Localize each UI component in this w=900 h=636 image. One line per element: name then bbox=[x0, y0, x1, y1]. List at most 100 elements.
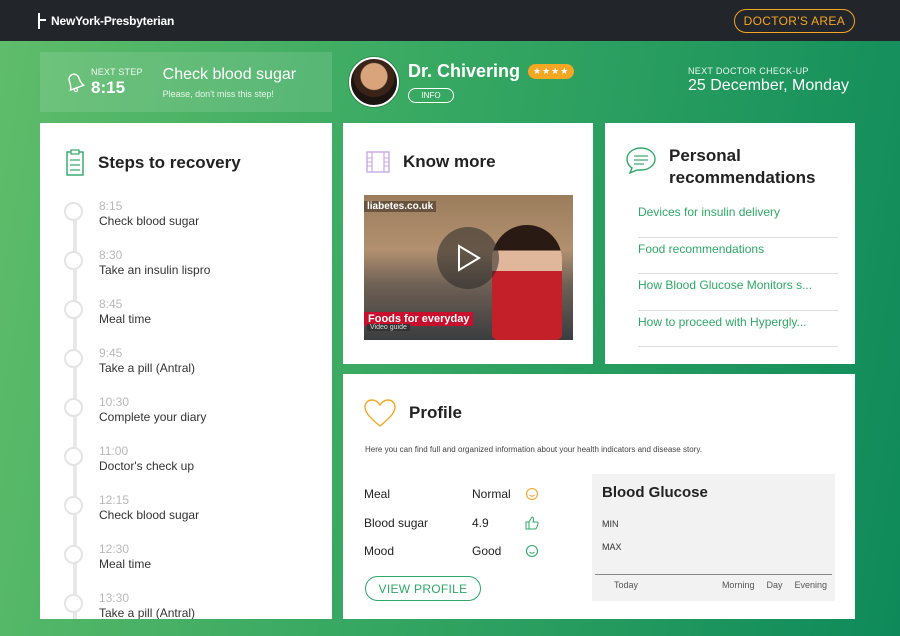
step-dot bbox=[64, 251, 83, 270]
step-time: 12:30 bbox=[99, 542, 130, 556]
clipboard-icon bbox=[66, 149, 84, 176]
next-checkup-date: 25 December, Monday bbox=[688, 77, 849, 94]
blood-glucose-max-label: MAX bbox=[602, 542, 622, 552]
next-step-title: Check blood sugar bbox=[162, 65, 297, 83]
logo-text: NewYork-Presbyterian bbox=[51, 13, 175, 28]
recovery-step[interactable]: 8:30 Take an insulin lispro bbox=[64, 248, 211, 277]
step-dot bbox=[64, 545, 83, 564]
recommendation-link[interactable]: Devices for insulin delivery bbox=[638, 201, 838, 238]
view-profile-button[interactable]: VIEW PROFILE bbox=[365, 576, 481, 601]
profile-card: Profile Here you can find full and organ… bbox=[343, 374, 855, 619]
recovery-step[interactable]: 8:15 Check blood sugar bbox=[64, 199, 200, 228]
recovery-step[interactable]: 11:00 Doctor's check up bbox=[64, 444, 194, 473]
step-label: Take an insulin lispro bbox=[99, 263, 211, 277]
rating-badge: ★★★★ bbox=[528, 64, 575, 79]
bell-icon bbox=[68, 73, 86, 93]
recommendation-link[interactable]: Food recommendations bbox=[638, 238, 838, 274]
top-bar: NewYork-Presbyterian DOCTOR'S AREA bbox=[0, 0, 900, 41]
chat-bubble-icon bbox=[626, 147, 656, 175]
axis-label-morning: Morning bbox=[721, 580, 755, 590]
blood-glucose-min-label: MIN bbox=[602, 519, 619, 529]
doctor-name: Dr. Chivering bbox=[408, 61, 521, 81]
step-time: 9:45 bbox=[99, 346, 123, 360]
step-time: 8:15 bbox=[99, 199, 123, 213]
recommendations-card: Personal recommendations Devices for ins… bbox=[605, 123, 855, 364]
smiley-icon bbox=[524, 543, 540, 559]
metric-label: Blood sugar bbox=[364, 515, 429, 530]
doctors-area-button[interactable]: DOCTOR'S AREA bbox=[733, 8, 855, 33]
profile-title: Profile bbox=[409, 403, 462, 422]
metric-row-mood: Mood Good bbox=[364, 537, 540, 566]
step-time: 8:45 bbox=[99, 297, 123, 311]
metric-value: Normal bbox=[472, 487, 511, 502]
step-label: Meal time bbox=[99, 557, 152, 571]
thumbs-up-icon bbox=[524, 515, 540, 531]
step-label: Check blood sugar bbox=[99, 214, 200, 228]
smiley-icon bbox=[524, 486, 540, 502]
video-url-text: liabetes.co.uk bbox=[364, 201, 437, 212]
recovery-step[interactable]: 12:15 Check blood sugar bbox=[64, 493, 200, 522]
axis-label-evening: Evening bbox=[794, 580, 827, 590]
doctor-info-button[interactable]: INFO bbox=[408, 88, 454, 103]
logo[interactable]: NewYork-Presbyterian bbox=[38, 12, 175, 29]
step-dot bbox=[64, 349, 83, 368]
video-sub-caption: Video guide bbox=[367, 324, 410, 331]
profile-metrics: Meal Normal Blood sugar 4.9 Mood Good bbox=[364, 480, 540, 566]
step-dot bbox=[64, 496, 83, 515]
video-player[interactable]: liabetes.co.uk Foods for everyday Video … bbox=[364, 195, 573, 340]
next-step-label: NEXT STEP bbox=[91, 66, 143, 77]
axis-label-day: Day bbox=[766, 580, 783, 590]
blood-glucose-axis bbox=[595, 574, 832, 575]
step-dot bbox=[64, 594, 83, 613]
step-label: Check blood sugar bbox=[99, 508, 200, 522]
next-step-banner: NEXT STEP 8:15 Check blood sugar Please,… bbox=[40, 52, 332, 112]
logo-icon bbox=[38, 12, 48, 29]
step-time: 13:30 bbox=[99, 591, 130, 605]
step-label: Doctor's check up bbox=[99, 459, 194, 473]
metric-label: Meal bbox=[364, 487, 391, 502]
video-thumbnail-person bbox=[492, 225, 562, 340]
blood-glucose-title: Blood Glucose bbox=[602, 484, 708, 501]
heart-icon bbox=[364, 399, 396, 427]
recommendations-title-line1: Personal bbox=[669, 146, 741, 165]
step-label: Take a pill (Antral) bbox=[99, 361, 196, 375]
doctor-block: Dr. Chivering ★★★★ INFO bbox=[349, 57, 575, 107]
film-icon bbox=[366, 151, 390, 173]
step-time: 12:15 bbox=[99, 493, 130, 507]
step-label: Meal time bbox=[99, 312, 152, 326]
step-label: Take a pill (Antral) bbox=[99, 606, 196, 619]
metric-value: 4.9 bbox=[472, 515, 489, 530]
step-time: 11:00 bbox=[99, 444, 129, 458]
recommendations-title-line2: recommendations bbox=[669, 168, 816, 187]
steps-to-recovery-card: Steps to recovery 8:15 Check blood sugar 8… bbox=[40, 123, 332, 619]
recovery-step[interactable]: 12:30 Meal time bbox=[64, 542, 152, 571]
step-dot bbox=[64, 300, 83, 319]
next-checkup-label: NEXT DOCTOR CHECK-UP bbox=[688, 66, 809, 76]
recommendation-link[interactable]: How Blood Glucose Monitors s... bbox=[638, 274, 838, 311]
step-dot bbox=[64, 398, 83, 417]
play-icon[interactable] bbox=[437, 227, 499, 289]
know-more-card: Know more liabetes.co.uk Foods for every… bbox=[343, 123, 593, 364]
step-time: 10:30 bbox=[99, 395, 130, 409]
recommendations-list: Devices for insulin delivery Food recomm… bbox=[638, 201, 838, 347]
blood-glucose-panel: Blood Glucose MIN MAX Today Morning Day … bbox=[592, 474, 835, 601]
step-dot bbox=[64, 202, 83, 221]
step-label: Complete your diary bbox=[99, 410, 207, 424]
next-step-time: 8:15 bbox=[91, 77, 126, 97]
doctor-avatar[interactable] bbox=[349, 57, 399, 107]
next-step-subtitle: Please, don't miss this step! bbox=[162, 88, 274, 99]
metric-label: Mood bbox=[364, 544, 395, 559]
know-more-title: Know more bbox=[403, 152, 496, 171]
metric-value: Good bbox=[472, 544, 502, 559]
recovery-step[interactable]: 8:45 Meal time bbox=[64, 297, 152, 326]
next-checkup: NEXT DOCTOR CHECK-UP 25 December, Monday bbox=[688, 66, 849, 95]
recovery-step[interactable]: 10:30 Complete your diary bbox=[64, 395, 207, 424]
axis-label-today: Today bbox=[614, 580, 639, 590]
recommendation-link[interactable]: How to proceed with Hypergly... bbox=[638, 311, 838, 347]
step-dot bbox=[64, 447, 83, 466]
metric-row-meal: Meal Normal bbox=[364, 480, 540, 509]
recovery-step[interactable]: 9:45 Take a pill (Antral) bbox=[64, 346, 196, 375]
step-time: 8:30 bbox=[99, 248, 123, 262]
recovery-step[interactable]: 13:30 Take a pill (Antral) bbox=[64, 591, 196, 619]
profile-description: Here you can find full and organized inf… bbox=[365, 445, 702, 454]
